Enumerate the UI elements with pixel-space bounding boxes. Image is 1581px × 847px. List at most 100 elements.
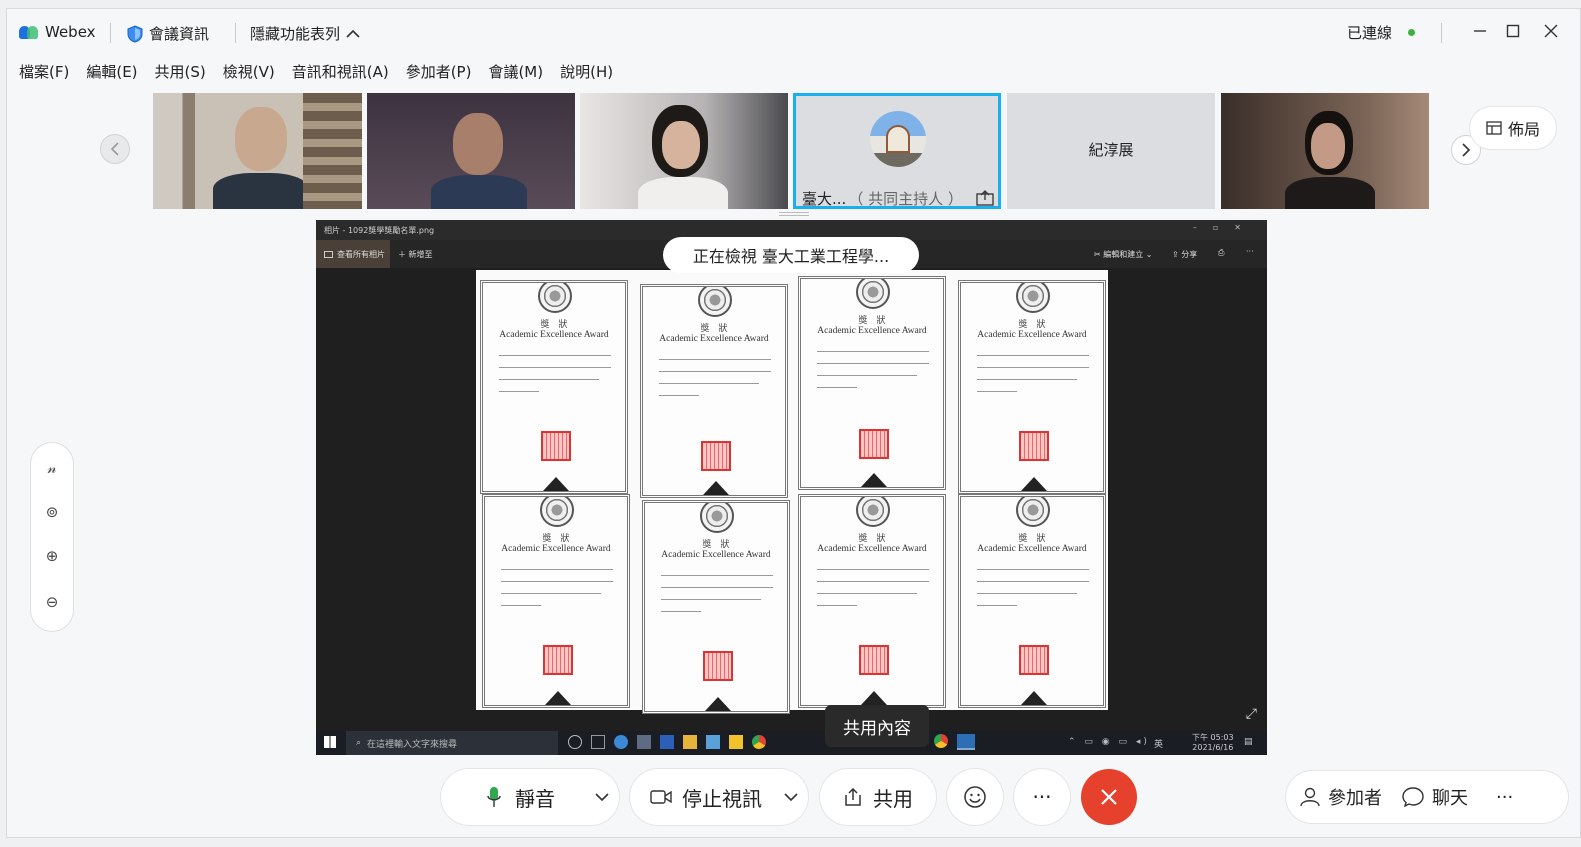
remote-control-icon[interactable]: ⊚ — [31, 503, 73, 521]
end-call-button[interactable] — [1081, 769, 1137, 825]
chrome-icon[interactable] — [934, 734, 948, 748]
share-photo-button[interactable]: ⇪ 分享 — [1172, 249, 1197, 260]
edit-create-button[interactable]: ✂ 編輯和建立 ⌄ — [1094, 249, 1153, 260]
menu-edit[interactable]: 編輯(E) — [86, 61, 137, 87]
share-content-tooltip-text: 共用內容 — [843, 718, 911, 739]
certificate: 獎 狀 Academic Excellence Award — [958, 494, 1106, 708]
participant-name: 紀淳展 — [1088, 141, 1134, 159]
webex-logo-icon — [19, 24, 39, 40]
chevron-left-icon — [110, 142, 119, 156]
photos-app-icon[interactable] — [957, 734, 975, 750]
resize-handle[interactable] — [779, 212, 809, 216]
share-content-tooltip: 共用內容 — [825, 705, 929, 747]
chat-button[interactable]: 聊天 — [1402, 784, 1468, 810]
video-camera-icon — [650, 790, 672, 804]
widgets-icon[interactable] — [591, 735, 605, 749]
print-icon[interactable]: ⎙ — [1218, 248, 1224, 258]
certificate-heading: 獎 狀 — [858, 316, 886, 326]
stop-video-button[interactable]: 停止視訊 — [630, 769, 808, 825]
menu-file[interactable]: 檔案(F) — [19, 61, 69, 87]
maximize-button[interactable] — [1503, 21, 1523, 41]
add-to-button[interactable]: ＋ 新增至 — [398, 249, 433, 260]
close-icon — [1101, 789, 1117, 805]
calculator-icon[interactable] — [637, 735, 651, 749]
photos-window-controls: –▫✕ — [1192, 223, 1257, 232]
share-photo-label: 分享 — [1181, 250, 1198, 259]
ime-indicator[interactable]: 英 — [1154, 737, 1163, 750]
menu-audio-video[interactable]: 音訊和視訊(A) — [292, 61, 389, 87]
certificate-heading: 獎 狀 — [542, 534, 570, 544]
certificate-award: Academic Excellence Award — [817, 544, 927, 554]
connection-status: 已連線 — [1347, 22, 1416, 43]
connected-dot-icon — [1408, 29, 1416, 36]
hide-menu-bar-button[interactable]: 隱藏功能表列 — [250, 23, 360, 44]
participants-button[interactable]: 參加者 — [1300, 784, 1382, 810]
hide-menu-label: 隱藏功能表列 — [250, 25, 341, 43]
certificate-award: Academic Excellence Award — [977, 544, 1087, 554]
photo-icon — [324, 250, 333, 258]
chevron-down-icon[interactable] — [595, 792, 609, 802]
minimize-button[interactable] — [1470, 21, 1490, 41]
webex-window: Webex 會議資訊 隱藏功能表列 已連線 檔案(F) 編輯(E) 共用(S) … — [6, 8, 1581, 838]
zoom-in-icon[interactable]: ⊕ — [31, 547, 73, 565]
certificate-award: Academic Excellence Award — [499, 330, 609, 340]
participant-video-2[interactable] — [367, 93, 575, 209]
menu-participants[interactable]: 參加者(P) — [406, 61, 472, 87]
zoom-out-icon[interactable]: ⊖ — [31, 593, 73, 611]
participant-video-3[interactable] — [580, 93, 788, 209]
minimize-icon — [1474, 30, 1486, 32]
layout-button[interactable]: 佈局 — [1470, 107, 1556, 149]
more-options-button[interactable]: ··· — [1014, 769, 1070, 825]
taskbar-search[interactable]: ⌕ 在這裡輸入文字來搜尋 — [346, 731, 558, 755]
menu-help[interactable]: 說明(H) — [560, 61, 613, 87]
thumbs-prev-button[interactable] — [100, 134, 130, 164]
chrome-icon[interactable] — [752, 735, 766, 749]
notes-icon[interactable] — [729, 735, 743, 749]
certificate: 獎 狀 Academic Excellence Award — [642, 500, 790, 714]
certificate-heading: 獎 狀 — [540, 320, 568, 330]
title-bar: Webex 會議資訊 隱藏功能表列 已連線 — [7, 9, 1580, 57]
chevron-up-icon — [346, 29, 360, 38]
notification-icon[interactable]: ▤ — [1244, 737, 1253, 747]
layout-label: 佈局 — [1507, 120, 1540, 139]
participant-video-1[interactable] — [153, 93, 362, 209]
view-all-label: 查看所有相片 — [337, 249, 385, 259]
certificate: 獎 狀 Academic Excellence Award — [480, 280, 628, 494]
windows-start-icon[interactable] — [324, 736, 336, 748]
mute-button[interactable]: 靜音 — [441, 769, 619, 825]
menu-meeting[interactable]: 會議(M) — [488, 61, 543, 87]
close-window-button[interactable] — [1541, 21, 1561, 41]
more-icon[interactable]: ··· — [1246, 247, 1254, 256]
certificate: 獎 狀 Academic Excellence Award — [640, 284, 788, 498]
share-icon: ⇪ — [1172, 250, 1182, 259]
word-icon[interactable] — [660, 735, 674, 749]
file-explorer-icon[interactable] — [683, 735, 697, 749]
participant-tile-active-speaker[interactable]: 臺大... （ 共同主持人 ） — [793, 93, 1001, 209]
menu-view[interactable]: 檢視(V) — [223, 61, 275, 87]
task-view-icon[interactable] — [568, 735, 582, 749]
globe-app-icon[interactable] — [614, 735, 628, 749]
participants-label: 參加者 — [1328, 788, 1382, 809]
share-button[interactable]: 共用 — [820, 769, 936, 825]
menu-bar: 檔案(F) 編輯(E) 共用(S) 檢視(V) 音訊和視訊(A) 參加者(P) … — [19, 61, 630, 87]
add-to-label: 新增至 — [408, 250, 433, 259]
app-icon[interactable] — [706, 735, 720, 749]
more-icon[interactable]: ··· — [1496, 787, 1513, 808]
menu-share[interactable]: 共用(S) — [155, 61, 206, 87]
view-all-photos-button[interactable]: 查看所有相片 — [316, 240, 390, 268]
sharing-icon — [976, 190, 994, 206]
search-icon: ⌕ — [356, 738, 362, 748]
participant-tile-name-only[interactable]: 紀淳展 — [1007, 93, 1215, 209]
participant-video-4[interactable] — [1221, 93, 1429, 209]
annotate-pen-icon[interactable]: 𝓃 — [31, 459, 73, 477]
meeting-info-button[interactable]: 會議資訊 — [127, 23, 209, 44]
certificate: 獎 狀 Academic Excellence Award — [798, 494, 946, 708]
system-tray-icons[interactable]: ⌃ ▭ ◉ ▭ ◂) — [1068, 737, 1150, 747]
taskbar-apps-right — [934, 734, 975, 750]
participant-role: （ 共同主持人 ） — [848, 190, 963, 208]
taskbar-clock[interactable]: 下午 05:03 2021/6/16 — [1192, 733, 1234, 753]
reactions-button[interactable] — [947, 769, 1003, 825]
chevron-down-icon[interactable] — [784, 792, 798, 802]
fullscreen-icon[interactable]: ⤢ — [1246, 706, 1257, 722]
photos-window-title: 相片 - 1092獎學獎勵名單.png — [324, 225, 435, 235]
